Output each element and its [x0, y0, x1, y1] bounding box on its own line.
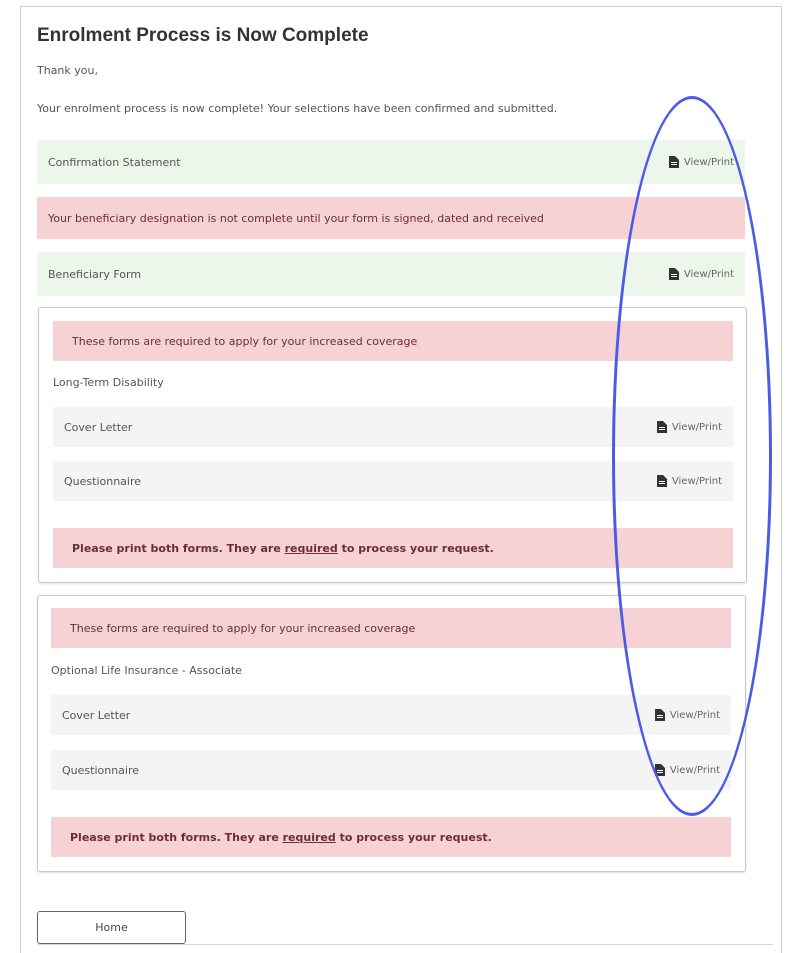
optional-life-print-warning-text: Please print both forms. They are requir…: [62, 831, 720, 844]
ltd-questionnaire-row: Questionnaire View/Print: [53, 461, 733, 501]
file-icon: [668, 268, 679, 280]
file-icon: [656, 421, 667, 433]
warning-prefix: Please print both forms. They are: [70, 830, 283, 844]
ltd-notice-alert: These forms are required to apply for yo…: [53, 321, 733, 361]
confirmation-view-print-link[interactable]: View/Print: [668, 156, 734, 168]
completion-message: Your enrolment process is now complete! …: [37, 102, 558, 115]
optional-life-questionnaire-label: Questionnaire: [62, 763, 140, 777]
ltd-print-warning-alert: Please print both forms. They are requir…: [53, 528, 733, 568]
view-print-label: View/Print: [671, 475, 722, 487]
view-print-label: View/Print: [683, 156, 734, 168]
optional-life-print-warning-alert: Please print both forms. They are requir…: [51, 817, 731, 857]
ltd-cover-letter-row: Cover Letter View/Print: [53, 407, 733, 447]
ltd-questionnaire-view-print-link[interactable]: View/Print: [656, 475, 722, 487]
optional-life-section-title: Optional Life Insurance - Associate: [51, 664, 242, 677]
ltd-notice-text: These forms are required to apply for yo…: [72, 334, 418, 348]
optional-life-notice-text: These forms are required to apply for yo…: [70, 621, 416, 635]
file-icon: [654, 709, 665, 721]
ltd-questionnaire-label: Questionnaire: [64, 474, 142, 488]
file-icon: [668, 156, 679, 168]
file-icon: [654, 764, 665, 776]
home-button[interactable]: Home: [37, 911, 186, 944]
optional-life-questionnaire-row: Questionnaire View/Print: [51, 750, 731, 790]
optional-life-questionnaire-view-print-link[interactable]: View/Print: [654, 764, 720, 776]
bottom-divider: [37, 944, 773, 945]
beneficiary-view-print-link[interactable]: View/Print: [668, 268, 734, 280]
thank-you-text: Thank you,: [37, 64, 98, 77]
ltd-print-warning-text: Please print both forms. They are requir…: [64, 542, 722, 555]
view-print-label: View/Print: [671, 421, 722, 433]
view-print-label: View/Print: [669, 709, 720, 721]
page-title: Enrolment Process is Now Complete: [37, 25, 369, 46]
warning-emphasis: required: [282, 830, 336, 844]
beneficiary-warning-text: Your beneficiary designation is not comp…: [48, 211, 544, 225]
warning-suffix: to process your request.: [337, 541, 494, 555]
ltd-cover-letter-label: Cover Letter: [64, 420, 133, 434]
view-print-label: View/Print: [669, 764, 720, 776]
optional-life-cover-letter-label: Cover Letter: [62, 708, 131, 722]
warning-suffix: to process your request.: [335, 830, 492, 844]
confirmation-statement-label: Confirmation Statement: [48, 155, 181, 169]
optional-life-cover-letter-view-print-link[interactable]: View/Print: [654, 709, 720, 721]
beneficiary-form-row: Beneficiary Form View/Print: [37, 252, 745, 296]
file-icon: [656, 475, 667, 487]
optional-life-notice-alert: These forms are required to apply for yo…: [51, 608, 731, 648]
optional-life-cover-letter-row: Cover Letter View/Print: [51, 695, 731, 735]
confirmation-statement-row: Confirmation Statement View/Print: [37, 140, 745, 184]
warning-prefix: Please print both forms. They are: [72, 541, 285, 555]
beneficiary-warning-alert: Your beneficiary designation is not comp…: [37, 197, 745, 239]
ltd-section-title: Long-Term Disability: [53, 376, 164, 389]
beneficiary-form-label: Beneficiary Form: [48, 267, 142, 281]
warning-emphasis: required: [284, 541, 338, 555]
ltd-cover-letter-view-print-link[interactable]: View/Print: [656, 421, 722, 433]
view-print-label: View/Print: [683, 268, 734, 280]
